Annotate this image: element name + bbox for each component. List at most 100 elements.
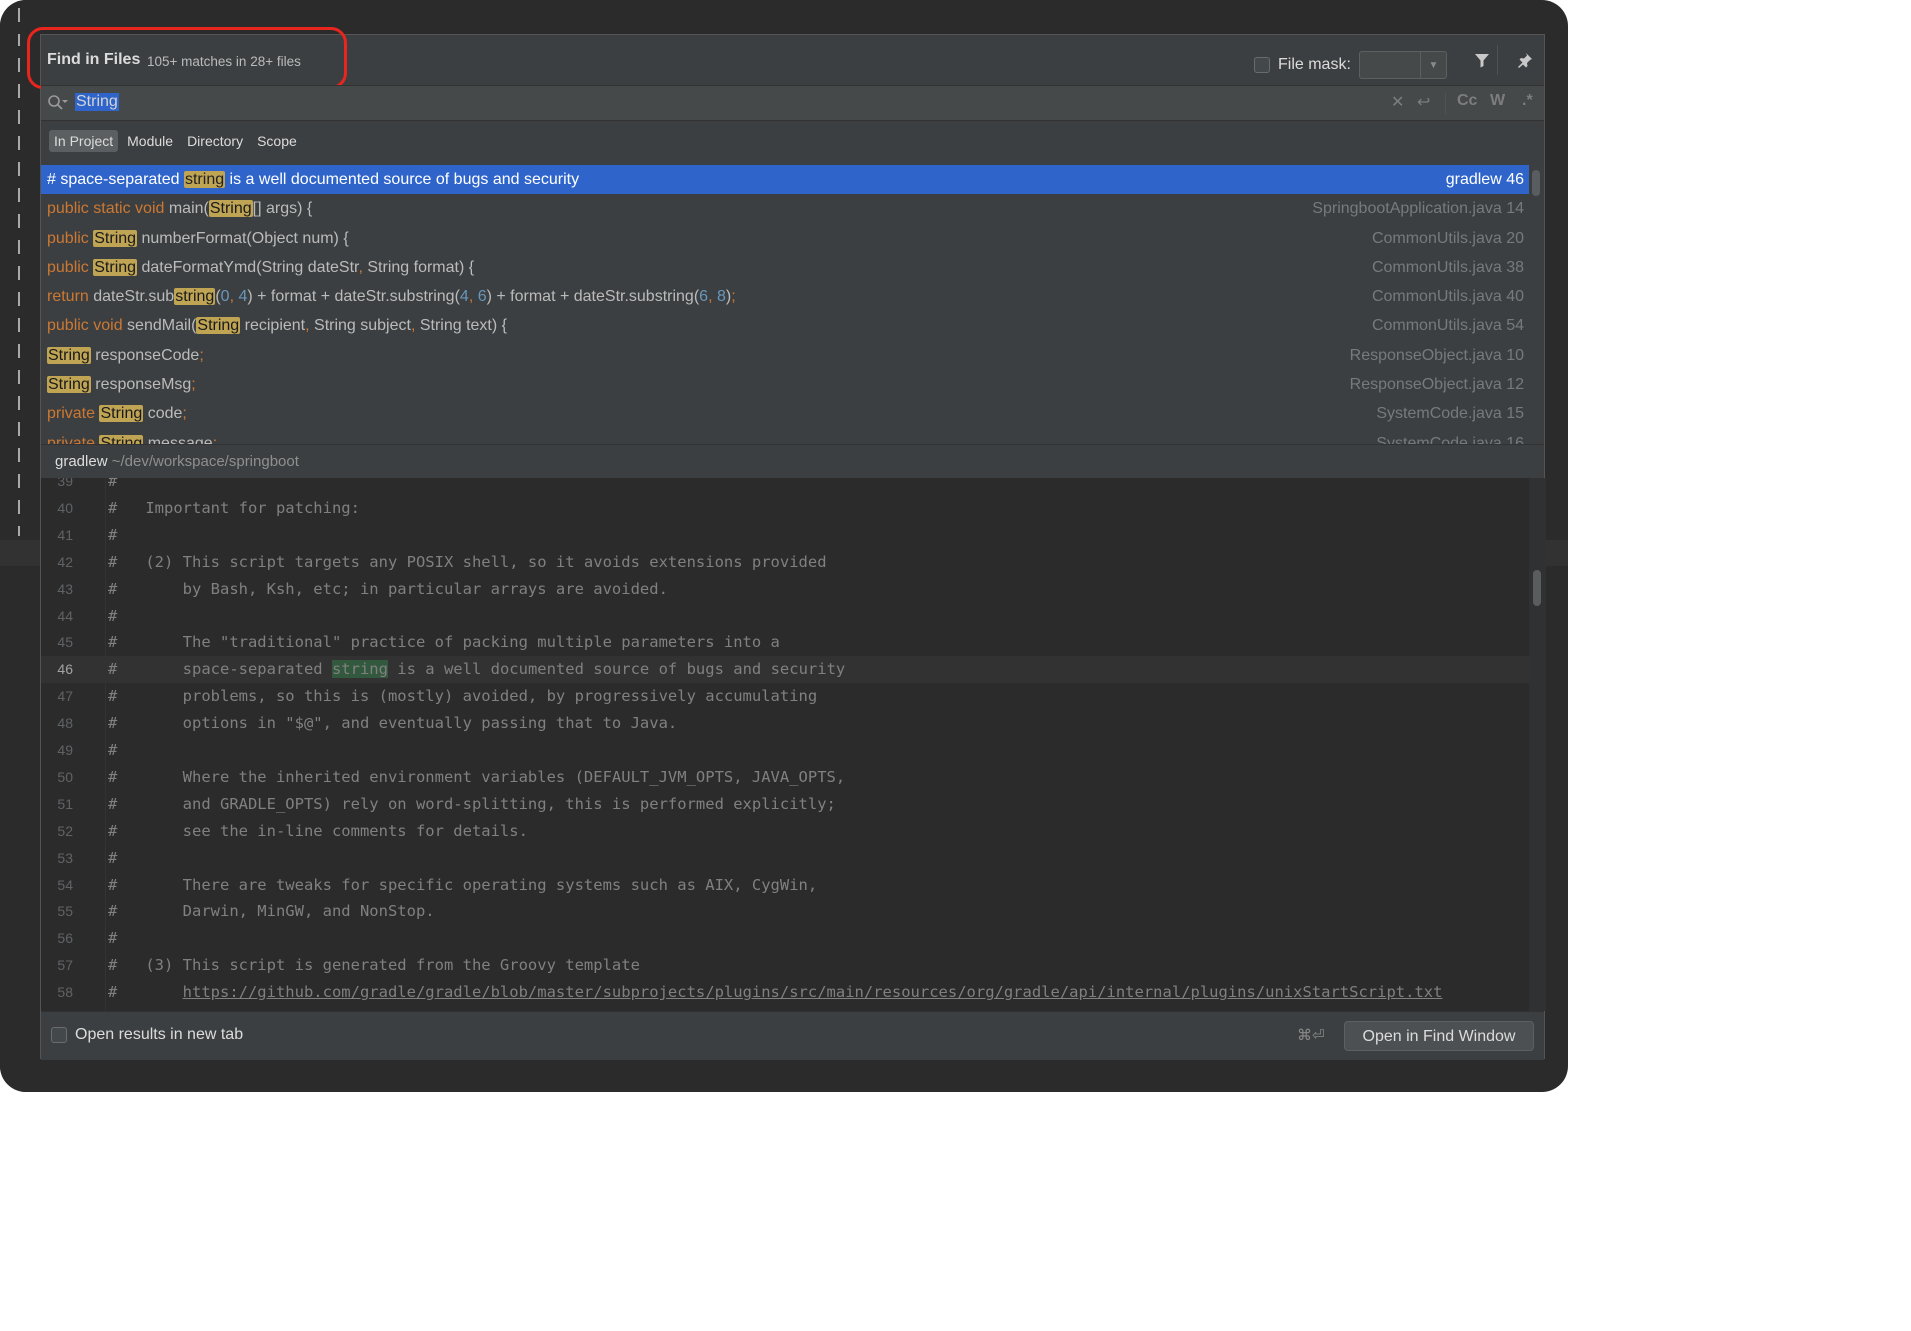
code-line: 43 # by Bash, Ksh, etc; in particular arr… [41, 576, 1529, 603]
code-text: # (3) This script is generated from the … [108, 956, 640, 975]
result-row[interactable]: private String message; SystemCode.java 1… [41, 429, 1529, 444]
search-bar: String ✕ ↩ Cc W .* [41, 85, 1544, 121]
code-text: # [108, 525, 118, 544]
results-scrollbar[interactable] [1532, 170, 1540, 196]
divider [1497, 45, 1498, 75]
code-link[interactable]: https://github.com/gradle/gradle/blob/ma… [183, 983, 1443, 1001]
result-row[interactable]: public void sendMail(String recipient, S… [41, 311, 1529, 340]
scope-tab-directory[interactable]: Directory [182, 130, 248, 152]
match-case-toggle[interactable]: Cc [1457, 92, 1477, 110]
shortcut-hint: ⌘⏎ [1297, 1027, 1325, 1044]
code-line: 40 # Important for patching: [41, 495, 1529, 522]
code-text: # space-separated string is a well docum… [108, 660, 846, 679]
line-number: 45 [57, 634, 73, 651]
result-row[interactable]: public static void main(String[] args) {… [41, 194, 1529, 223]
line-number: 52 [57, 822, 73, 839]
code-text: # There are tweaks for specific operatin… [108, 875, 818, 894]
line-number: 54 [57, 876, 73, 893]
code-text: # (2) This script targets any POSIX shel… [108, 552, 827, 571]
result-location: SystemCode.java 15 [1376, 405, 1524, 423]
code-text: # [108, 478, 118, 490]
preview-scrollbar[interactable] [1533, 570, 1541, 606]
code-text: # The "traditional" practice of packing … [108, 633, 780, 652]
open-new-tab-option[interactable]: Open results in new tab [51, 1026, 243, 1044]
code-line: 44 # [41, 603, 1529, 630]
pin-icon[interactable] [1514, 49, 1536, 71]
line-number: 44 [57, 607, 73, 624]
line-number: 43 [57, 580, 73, 597]
whole-words-toggle[interactable]: W [1490, 92, 1505, 110]
result-row[interactable]: # space-separated string is a well docum… [41, 165, 1529, 195]
code-line: 53 # [41, 845, 1529, 872]
open-new-tab-label: Open results in new tab [75, 1026, 244, 1043]
regex-toggle[interactable]: .* [1522, 92, 1533, 110]
find-in-files-dialog: Find in Files 105+ matches in 28+ files … [27, 27, 1546, 1060]
code-text: # options in "$@", and eventually passin… [108, 714, 678, 733]
code-text: # https://github.com/gradle/gradle/blob/… [108, 983, 1443, 1002]
clear-icon[interactable]: ✕ [1391, 92, 1404, 112]
result-row[interactable]: return dateStr.substring(0, 4) + format … [41, 282, 1529, 311]
code-line: 54 # There are tweaks for specific operat… [41, 872, 1529, 899]
open-in-find-window-button[interactable]: Open in Find Window [1344, 1021, 1534, 1051]
code-line: 45 # The "traditional" practice of packin… [41, 629, 1529, 656]
file-mask-label: File mask: [1278, 56, 1351, 73]
result-row[interactable]: String responseMsg; ResponseObject.java 1… [41, 370, 1529, 399]
filter-icon[interactable] [1471, 49, 1493, 71]
code-line: 51 # and GRADLE_OPTS) rely on word-splitt… [41, 791, 1529, 818]
dialog-header[interactable]: Find in Files 105+ matches in 28+ files … [27, 27, 1544, 89]
code-text: # [108, 848, 118, 867]
line-number: 47 [57, 688, 73, 705]
preview-file-path: gradlew ~/dev/workspace/springboot [41, 444, 1544, 478]
scope-tab-in-project[interactable]: In Project [49, 130, 119, 152]
result-location: gradlew 46 [1445, 171, 1524, 188]
line-number: 48 [57, 715, 73, 732]
scope-tabs: In Project Module Directory Scope [49, 130, 302, 152]
result-row[interactable]: String responseCode; ResponseObject.java … [41, 341, 1529, 370]
result-row[interactable]: public String dateFormatYmd(String dateS… [41, 253, 1529, 282]
line-number: 56 [57, 930, 73, 947]
ide-window: Find in Files 105+ matches in 28+ files … [0, 0, 1568, 1092]
result-location: CommonUtils.java 40 [1371, 288, 1524, 306]
search-input[interactable]: String [75, 93, 119, 111]
code-match-highlight: string [331, 660, 388, 679]
new-line-icon[interactable]: ↩ [1417, 92, 1430, 112]
code-line: 47 # problems, so this is (mostly) avoide… [41, 683, 1529, 710]
code-line: 39 # [41, 478, 1529, 495]
dialog-footer: Open results in new tab ⌘⏎ Open in Find … [41, 1011, 1544, 1060]
result-location: ResponseObject.java 12 [1349, 376, 1524, 394]
code-text: # by Bash, Ksh, etc; in particular array… [108, 579, 668, 598]
search-history-icon[interactable] [47, 94, 69, 117]
result-row[interactable]: private String code; SystemCode.java 15 [41, 399, 1529, 428]
scope-tab-module[interactable]: Module [122, 130, 178, 152]
line-number: 58 [57, 984, 73, 1001]
line-number: 55 [57, 903, 73, 920]
line-number: 39 [57, 478, 73, 489]
file-mask-input[interactable] [1358, 51, 1421, 79]
code-line: 41 # [41, 522, 1529, 549]
line-number: 49 [57, 742, 73, 758]
code-text: # Important for patching: [108, 498, 360, 517]
code-text: # problems, so this is (mostly) avoided,… [108, 687, 818, 706]
file-mask-checkbox[interactable] [1254, 57, 1270, 73]
result-location: SystemCode.java 16 [1376, 434, 1524, 444]
annotation-highlight [27, 27, 347, 89]
chevron-down-icon[interactable]: ▼ [1420, 51, 1447, 79]
code-text: # [108, 606, 118, 625]
result-location: ResponseObject.java 10 [1349, 346, 1524, 364]
result-snippet: String responseMsg; [47, 376, 196, 394]
file-mask-group: File mask: ▼ [1254, 51, 1447, 79]
result-snippet: public void sendMail(String recipient, S… [47, 317, 507, 335]
result-row[interactable]: public String numberFormat(Object num) {… [41, 224, 1529, 253]
open-new-tab-checkbox[interactable] [51, 1027, 67, 1043]
scope-tab-scope[interactable]: Scope [252, 130, 302, 152]
result-snippet: # space-separated string is a well docum… [47, 171, 580, 188]
code-text: # Darwin, MinGW, and NonStop. [108, 902, 435, 921]
code-line: 42 # (2) This script targets any POSIX sh… [41, 549, 1529, 576]
line-number: 51 [57, 795, 73, 812]
result-location: SpringbootApplication.java 14 [1312, 200, 1524, 218]
result-location: CommonUtils.java 20 [1371, 229, 1524, 247]
result-snippet: private String code; [47, 405, 187, 423]
line-number: 42 [57, 553, 73, 570]
result-location: CommonUtils.java 54 [1371, 317, 1524, 335]
preview-file-name: gradlew [55, 453, 108, 470]
